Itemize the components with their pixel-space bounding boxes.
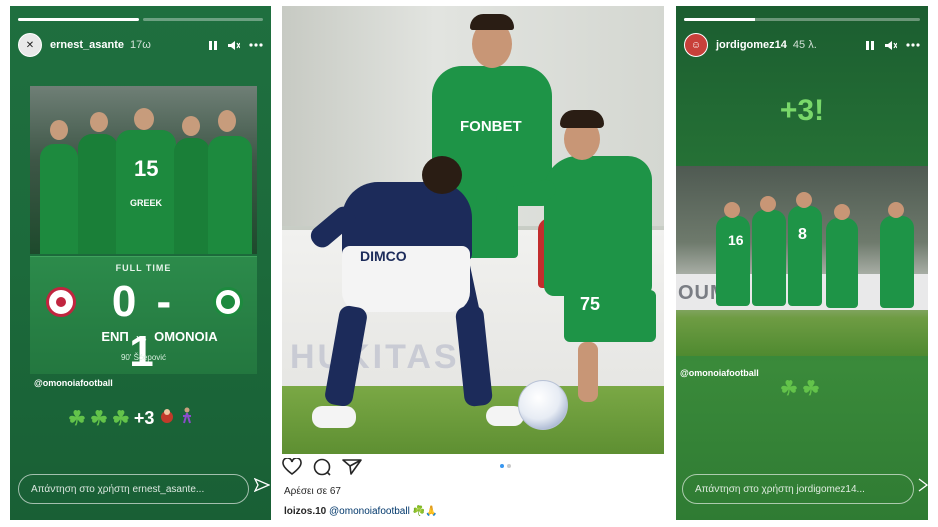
story-header: ✕ ernest_asante 17ω: [18, 32, 263, 58]
pause-icon[interactable]: [865, 40, 875, 51]
instagram-post: HUKITAS FONBET 75 DIMCO Αρέσει σε 67 loi…: [282, 6, 664, 520]
story-header: ☺ jordigomez14 45 λ.: [684, 32, 920, 58]
team-names: ΕΝΠ vs ΟΜΟΝΟΙΑ: [70, 329, 249, 344]
caption-text[interactable]: @omonoiafootball ☘️🙏: [329, 506, 437, 517]
like-count[interactable]: Αρέσει σε 67: [284, 486, 341, 497]
dancer-icon: [180, 407, 194, 430]
send-icon[interactable]: [253, 477, 271, 497]
comment-icon[interactable]: [312, 458, 332, 481]
story-time: 45 λ.: [792, 39, 817, 51]
caption-username[interactable]: loizos.10: [284, 506, 326, 517]
score-card: FULL TIME 0 - 1 ΕΝΠ vs ΟΜΟΝΟΙΑ 90' Šćepo…: [30, 256, 257, 376]
send-icon[interactable]: [918, 478, 928, 497]
full-time-banner: FULL TIME: [115, 263, 172, 273]
team-celebration-photo: OUM 16 8: [676, 166, 928, 356]
shamrock-icon: ☘: [801, 378, 820, 400]
story-headline: +3!: [779, 94, 825, 127]
avatar[interactable]: ☺: [684, 33, 708, 57]
mute-icon[interactable]: [884, 40, 897, 51]
jersey-number: 8: [798, 226, 807, 243]
carousel-indicator: [500, 464, 511, 468]
team-celebration-photo: 15 GREEK: [30, 86, 257, 254]
plus-three-text: +3: [133, 408, 155, 428]
story-jordigomez14[interactable]: ☺ jordigomez14 45 λ. +3! OUM 16 8 @omono…: [676, 6, 928, 520]
omonoia-crest-icon: [213, 287, 243, 317]
story-username[interactable]: ernest_asante: [50, 39, 124, 51]
post-action-bar: [282, 457, 664, 481]
match-score: 0 - 1: [111, 277, 176, 376]
emoji-row: ☘ ☘ ☘ +3: [68, 406, 194, 431]
avatar[interactable]: ✕: [18, 33, 42, 57]
story-username[interactable]: jordigomez14: [716, 39, 787, 51]
heart-icon[interactable]: [282, 457, 302, 481]
jersey-number: 16: [728, 232, 744, 248]
football: [518, 380, 568, 430]
stories-collage: ✕ ernest_asante 17ω 15 GREEK FULL TIME 0…: [0, 0, 938, 527]
share-icon[interactable]: [342, 458, 362, 481]
story-ernest-asante[interactable]: ✕ ernest_asante 17ω 15 GREEK FULL TIME 0…: [10, 6, 271, 520]
shamrock-icon: ☘: [780, 378, 798, 400]
story-progress-bar: [18, 18, 263, 21]
mute-icon[interactable]: [227, 40, 240, 51]
shirt-sponsor: FONBET: [460, 118, 522, 135]
home-team: ΕΝΠ: [101, 329, 129, 344]
jersey-sponsor: GREEK: [130, 198, 163, 208]
cheer-icon: [158, 407, 176, 430]
story-progress-bar: [684, 18, 920, 21]
enp-crest-icon: [46, 287, 76, 317]
away-team: ΟΜΟΝΟΙΑ: [154, 329, 218, 344]
advertising-board-text: HUKITAS: [290, 338, 460, 376]
story-reply-input[interactable]: Απάντηση στο χρήστη ernest_asante...: [18, 474, 249, 504]
shamrock-icon: ☘: [89, 408, 108, 430]
emoji-row: ☘ ☘: [780, 376, 820, 401]
story-mention[interactable]: @omonoiafootball: [34, 378, 113, 388]
more-icon[interactable]: [906, 43, 920, 47]
story-mention[interactable]: @omonoiafootball: [680, 368, 759, 378]
shamrock-icon: ☘: [111, 408, 130, 430]
jersey-number: 15: [134, 156, 159, 181]
versus-label: vs: [136, 333, 147, 343]
story-time: 17ω: [130, 39, 151, 51]
match-action-photo[interactable]: HUKITAS FONBET 75 DIMCO: [282, 6, 664, 454]
shamrock-icon: ☘: [68, 408, 86, 430]
goal-scorer: 90' Šćepović: [120, 353, 167, 362]
more-icon[interactable]: [249, 43, 263, 47]
story-reply-input[interactable]: Απάντηση στο χρήστη jordigomez14...: [682, 474, 914, 504]
shorts-number: 75: [580, 294, 601, 314]
shorts-sponsor: DIMCO: [360, 248, 407, 264]
pause-icon[interactable]: [208, 40, 218, 51]
post-caption: loizos.10 @omonoiafootball ☘️🙏: [284, 506, 437, 517]
